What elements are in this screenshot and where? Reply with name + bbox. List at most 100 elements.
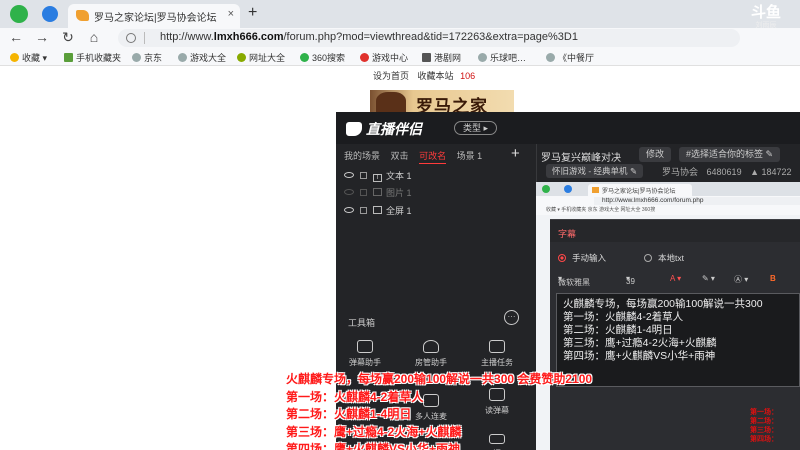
mode-manual-radio[interactable]: 手动输入 bbox=[558, 252, 606, 264]
preview-browser-icon bbox=[542, 185, 550, 193]
preview-overlay-line: 第二场： bbox=[750, 418, 778, 425]
tool-streamer-tasks[interactable]: 主播任务 bbox=[474, 340, 520, 368]
watermark-top: 斗鱼 bbox=[750, 4, 781, 21]
globe-icon bbox=[546, 53, 555, 62]
tab-title: 罗马之家论坛|罗马协会论坛 bbox=[94, 13, 217, 24]
forward-arrow-icon[interactable]: → bbox=[34, 29, 50, 45]
preview-tab: 罗马之家论坛|罗马协会论坛 bbox=[588, 184, 692, 196]
subtitle-line: 第三场：鹰+过瘾4-2火海+火麒麟 bbox=[563, 337, 717, 349]
tab-close-icon[interactable]: × bbox=[228, 8, 234, 20]
edit-pencil-icon: ✎ bbox=[629, 166, 638, 176]
bookmark-360[interactable]: 360搜索 bbox=[300, 51, 345, 64]
tag-select-button[interactable]: #选择适合你的标签 ✎ bbox=[679, 147, 781, 162]
home-icon[interactable]: ⌂ bbox=[86, 29, 102, 45]
visible-eye-icon[interactable] bbox=[344, 172, 354, 178]
bookmark-site-link[interactable]: 收藏本站 bbox=[418, 71, 454, 81]
preview-overlay-line: 第一场： bbox=[750, 409, 778, 416]
preview-overlay-line: 第四场： bbox=[750, 436, 778, 443]
url-prefix: http://www. bbox=[160, 31, 214, 43]
source-text-1[interactable]: T 文本 1 bbox=[344, 169, 524, 183]
radio-label: 手动输入 bbox=[572, 253, 607, 263]
text-style-icon[interactable]: Ⓐ ▾ bbox=[734, 274, 748, 285]
visible-eye-icon[interactable] bbox=[344, 207, 354, 213]
highlight-color-icon[interactable]: ✎ ▾ bbox=[702, 274, 715, 283]
subtitle-line: 火麒麟专场，每场赢200输100解说一共300 bbox=[563, 298, 763, 310]
app-logo-icon bbox=[346, 122, 362, 136]
font-family-select[interactable]: 微软雅黑 ▾ bbox=[558, 274, 590, 287]
source-fullscreen-1[interactable]: 全屏 1 bbox=[344, 204, 524, 218]
bookmarks-bar: 收藏 ▾ 手机收藏夹 京东 游戏大全 网址大全 360搜索 游戏中心 港剧网 乐… bbox=[0, 48, 800, 66]
bookmark-label: 游戏大全 bbox=[190, 53, 227, 63]
bookmark-game-center[interactable]: 游戏中心 bbox=[360, 51, 408, 64]
bookmark-hk-drama[interactable]: 港剧网 bbox=[422, 51, 461, 64]
subtitle-textarea[interactable]: 火麒麟专场，每场赢200输100解说一共300 第一场：火麒麟4-2着草人 第二… bbox=[556, 293, 800, 387]
tool-room-admin[interactable]: 房管助手 bbox=[408, 340, 454, 368]
tag-label: #选择适合你的标签 bbox=[686, 149, 764, 159]
radio-off-icon bbox=[644, 254, 652, 262]
set-home-link[interactable]: 设为首页 bbox=[373, 71, 409, 81]
tool-danmaku-helper[interactable]: 弹幕助手 bbox=[342, 340, 388, 368]
new-tab-button[interactable]: + bbox=[248, 4, 257, 22]
globe-icon bbox=[132, 53, 141, 62]
preview-bookmarks: 收藏 ▾ 手机收藏夹 京东 游戏大全 网址大全 360搜 bbox=[536, 206, 800, 215]
source-image-1[interactable]: 图片 1 bbox=[344, 186, 524, 200]
tool-label: 主播任务 bbox=[481, 358, 513, 367]
tool-label: 弹幕助手 bbox=[349, 358, 381, 367]
lock-icon[interactable] bbox=[360, 172, 367, 179]
subtitle-line: 第二场：火麒麟1-4明日 bbox=[563, 324, 673, 336]
tab-my-scenes[interactable]: 我的场景 bbox=[344, 151, 380, 161]
pinned-tab-icon[interactable] bbox=[42, 6, 58, 22]
bookmark-label: 港剧网 bbox=[434, 53, 462, 63]
forum-favicon-icon bbox=[76, 10, 89, 21]
mode-file-radio[interactable]: 本地txt bbox=[644, 252, 684, 264]
bookmark-ball[interactable]: 乐球吧… bbox=[478, 51, 526, 64]
dialog-header bbox=[550, 220, 800, 242]
bookmark-label: 手机收藏夹 bbox=[76, 53, 122, 63]
tab-renamable[interactable]: 可改名 bbox=[419, 151, 447, 164]
add-scene-button[interactable]: + bbox=[511, 145, 520, 162]
app-logo: 直播伴侣 bbox=[346, 119, 422, 139]
radio-label: 本地txt bbox=[658, 253, 684, 263]
tab-scene-1[interactable]: 场景 1 bbox=[457, 151, 483, 161]
scene-tabs: 我的场景 双击 可改名 场景 1 bbox=[344, 149, 532, 165]
bold-button[interactable]: B bbox=[770, 274, 776, 283]
overlay-line: 第二场：火麒麟1-4明日 bbox=[286, 407, 412, 421]
image-source-icon bbox=[373, 188, 382, 196]
lock-icon[interactable] bbox=[360, 207, 367, 214]
bookmark-label: 乐球吧… bbox=[490, 53, 527, 63]
browser-logo-icon[interactable] bbox=[10, 5, 28, 23]
bookmark-mobile[interactable]: 手机收藏夹 bbox=[64, 51, 121, 64]
stream-type-button[interactable]: 类型 ▸ bbox=[454, 121, 498, 135]
hidden-eye-icon[interactable] bbox=[344, 189, 354, 195]
font-color-icon[interactable]: A ▾ bbox=[670, 274, 681, 283]
toolbox-more-button[interactable]: ··· bbox=[504, 310, 519, 325]
radio-on-icon bbox=[558, 254, 566, 262]
dialog-title: 字幕 bbox=[558, 229, 577, 239]
bookmark-jd[interactable]: 京东 bbox=[132, 51, 162, 64]
font-size-select[interactable]: 39 ▾ bbox=[626, 274, 635, 286]
tab-double-click[interactable]: 双击 bbox=[391, 151, 409, 161]
bookmark-sites[interactable]: 网址大全 bbox=[237, 51, 285, 64]
room-title: 罗马复兴巅峰对决 bbox=[541, 153, 621, 164]
bookmark-games[interactable]: 游戏大全 bbox=[178, 51, 226, 64]
overlay-line: 第三场：鹰+过瘾4-2火海+火麒麟 bbox=[286, 424, 462, 439]
globe-icon bbox=[178, 53, 187, 62]
overlay-line: 第一场：火麒麟4-2着草人 bbox=[286, 389, 424, 404]
reload-icon[interactable]: ↻ bbox=[60, 29, 76, 46]
bookmark-label: 360搜索 bbox=[312, 53, 346, 63]
url-input[interactable]: http://www.lmxh666.com/forum.php?mod=vie… bbox=[118, 29, 740, 47]
danmaku-icon bbox=[357, 340, 373, 353]
room-assoc: 罗马协会 bbox=[662, 167, 699, 177]
lock-icon[interactable] bbox=[360, 189, 367, 196]
mobile-icon bbox=[64, 53, 73, 62]
browser-tab-forum[interactable]: 罗马之家论坛|罗马协会论坛 × bbox=[68, 4, 240, 28]
globe-icon bbox=[478, 53, 487, 62]
preview-url: http://www.lmxh666.com/forum.php bbox=[594, 197, 800, 205]
modify-title-button[interactable]: 修改 bbox=[639, 147, 672, 162]
category-button[interactable]: 怀旧游戏 - 经典单机 ✎ bbox=[546, 164, 644, 178]
back-arrow-icon[interactable]: ← bbox=[8, 29, 24, 45]
bookmark-favorites[interactable]: 收藏 ▾ bbox=[10, 51, 47, 64]
bookmark-restaurant[interactable]: 《中餐厅 bbox=[546, 51, 594, 64]
font-size: 39 bbox=[626, 277, 635, 286]
preview-overlay-text: 第一场： 第二场： 第三场： 第四场： bbox=[750, 408, 800, 444]
